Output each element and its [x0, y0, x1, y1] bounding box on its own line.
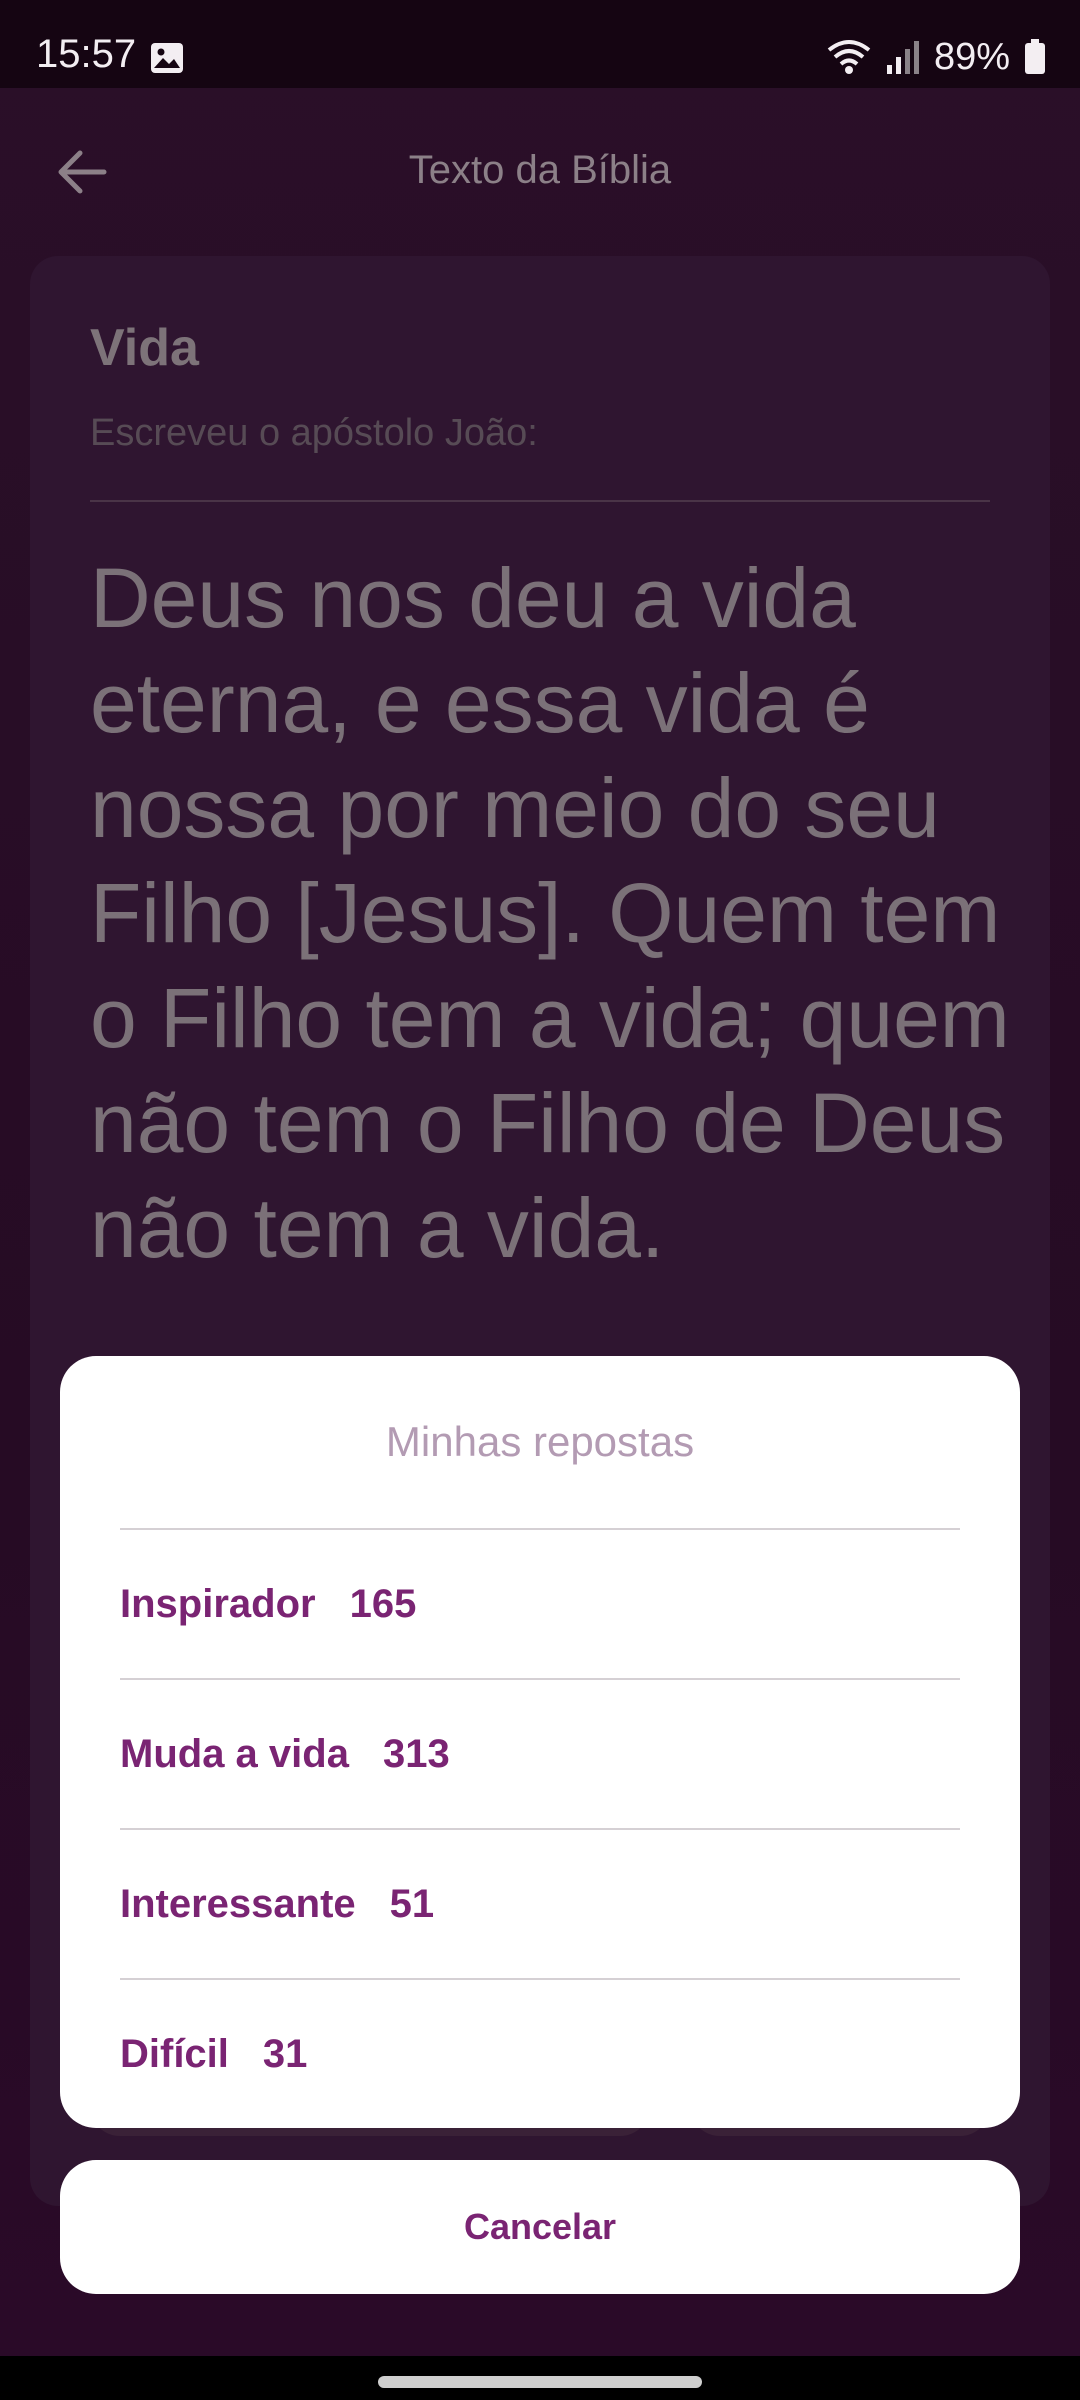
verse-divider	[90, 500, 990, 502]
cancel-button[interactable]: Cancelar	[60, 2160, 1020, 2294]
app-header: Texto da Bíblia	[0, 88, 1080, 256]
screen: 15:57 89% Texto da Bíblia Vida Escreveu …	[0, 0, 1080, 2400]
wifi-icon	[826, 38, 872, 76]
battery-percent: 89%	[933, 36, 1010, 78]
option-count: 313	[382, 1731, 450, 1776]
option-interessante[interactable]: Interessante 51	[120, 1830, 960, 1978]
option-muda-a-vida[interactable]: Muda a vida 313	[120, 1680, 960, 1828]
status-time: 15:57	[36, 32, 137, 76]
status-bar: 15:57 89%	[0, 0, 1080, 88]
option-count: 51	[389, 1881, 435, 1926]
responses-sheet: Minhas repostas Inspirador 165 Muda a vi…	[60, 1356, 1020, 2128]
sheet-title: Minhas repostas	[385, 1418, 695, 1465]
battery-icon	[1024, 39, 1046, 75]
option-label: Muda a vida	[120, 1731, 349, 1776]
option-dificil[interactable]: Difícil 31	[120, 1980, 960, 2128]
verse-intro: Escreveu o apóstolo João:	[90, 412, 538, 454]
option-inspirador[interactable]: Inspirador 165	[120, 1530, 960, 1678]
signal-icon	[886, 39, 920, 75]
gallery-icon	[150, 42, 184, 74]
option-label: Difícil	[120, 2031, 229, 2076]
navigation-bar	[0, 2356, 1080, 2400]
page-title: Texto da Bíblia	[408, 148, 672, 192]
status-icons: 89%	[826, 38, 1046, 76]
option-count: 31	[262, 2031, 308, 2076]
home-gesture-handle[interactable]	[378, 2376, 702, 2388]
verse-topic: Vida	[90, 319, 199, 377]
option-label: Inspirador	[120, 1581, 316, 1626]
option-label: Interessante	[120, 1881, 356, 1926]
option-count: 165	[349, 1581, 417, 1626]
